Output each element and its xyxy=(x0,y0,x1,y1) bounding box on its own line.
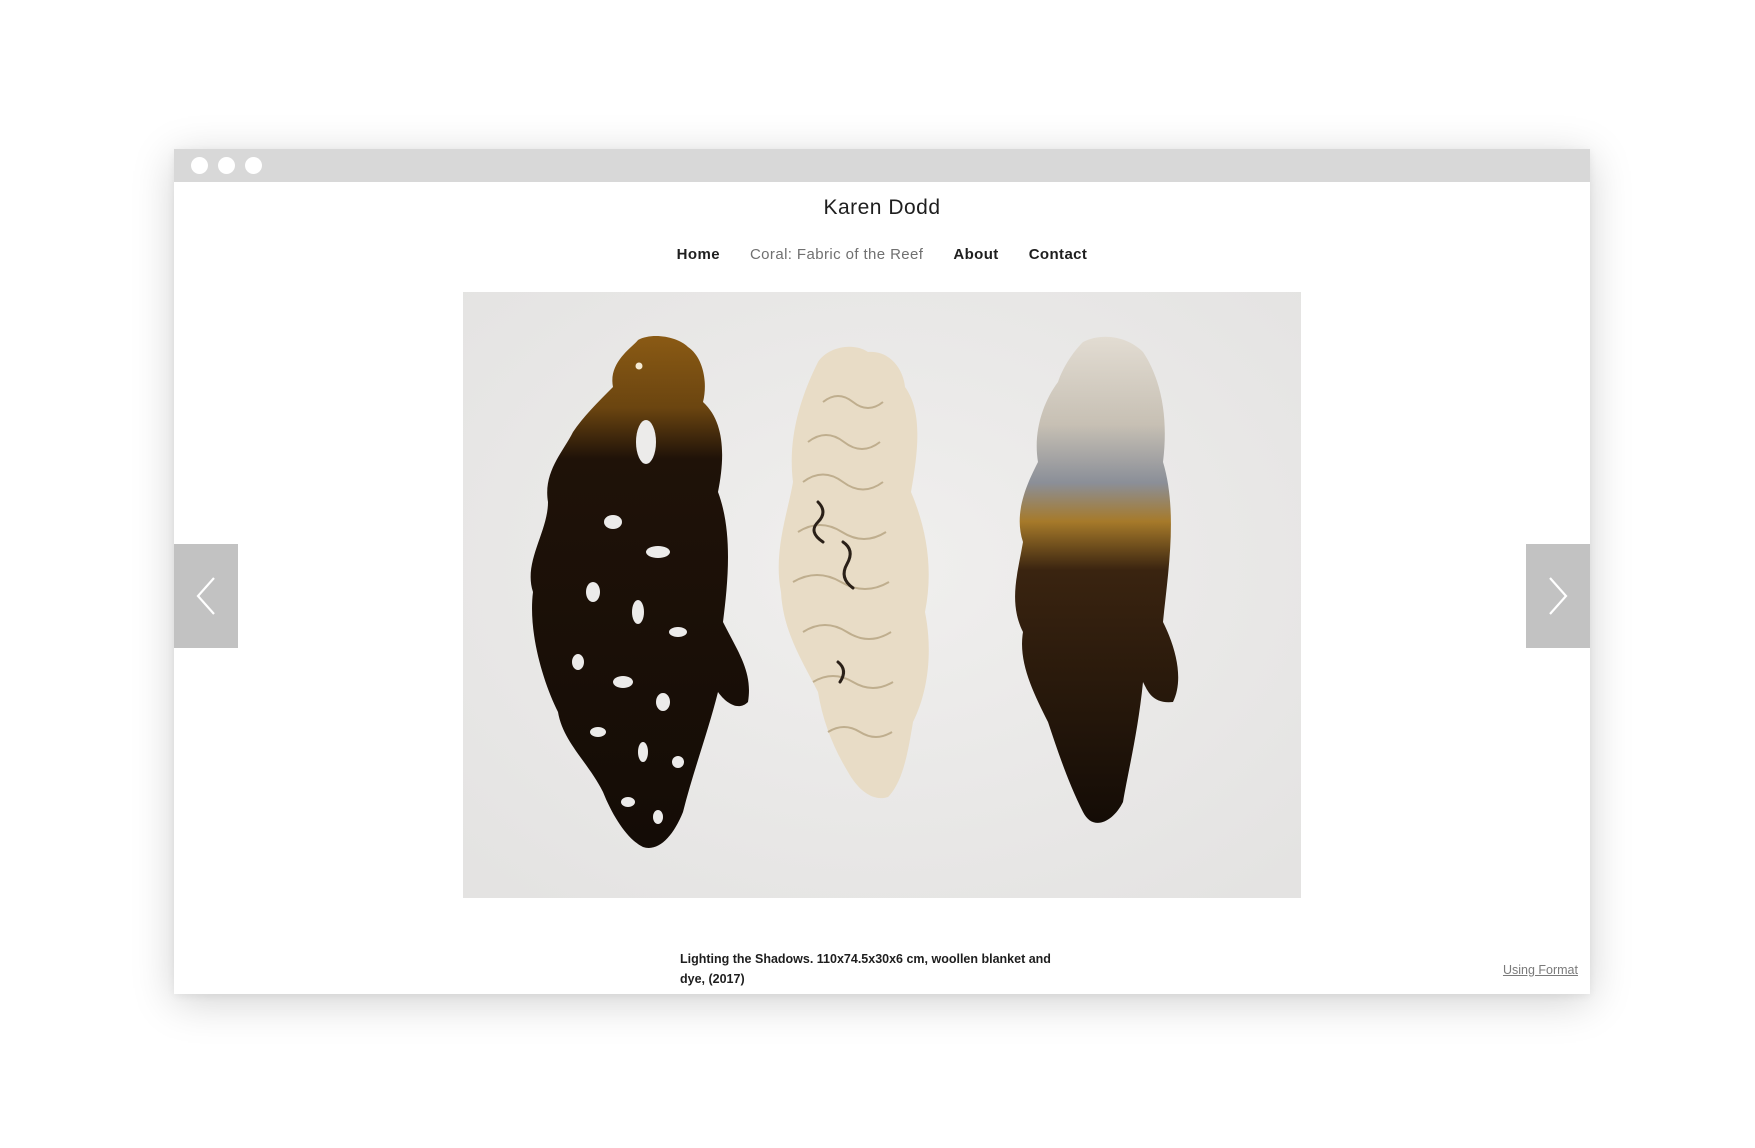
nav-item-coral[interactable]: Coral: Fabric of the Reef xyxy=(750,246,923,263)
window-maximize-dot[interactable] xyxy=(245,157,262,174)
nav-item-contact[interactable]: Contact xyxy=(1029,246,1088,263)
artwork-photo xyxy=(463,292,1301,898)
browser-window: Karen Dodd Home Coral: Fabric of the Ree… xyxy=(174,149,1590,994)
artwork-caption: Lighting the Shadows. 110x74.5x30x6 cm, … xyxy=(680,952,1051,986)
next-slide-button[interactable] xyxy=(1526,544,1590,648)
main-nav: Home Coral: Fabric of the Reef About Con… xyxy=(174,246,1590,263)
window-minimize-dot[interactable] xyxy=(218,157,235,174)
window-titlebar xyxy=(174,149,1590,182)
nav-item-about[interactable]: About xyxy=(953,246,998,263)
artwork-image[interactable] xyxy=(463,292,1301,898)
prev-slide-button[interactable] xyxy=(174,544,238,648)
window-close-dot[interactable] xyxy=(191,157,208,174)
site-title[interactable]: Karen Dodd xyxy=(174,196,1590,220)
chevron-right-icon xyxy=(1549,577,1568,615)
using-format-link[interactable]: Using Format xyxy=(1503,963,1578,977)
chevron-left-icon xyxy=(196,577,215,615)
nav-item-home[interactable]: Home xyxy=(677,246,720,263)
